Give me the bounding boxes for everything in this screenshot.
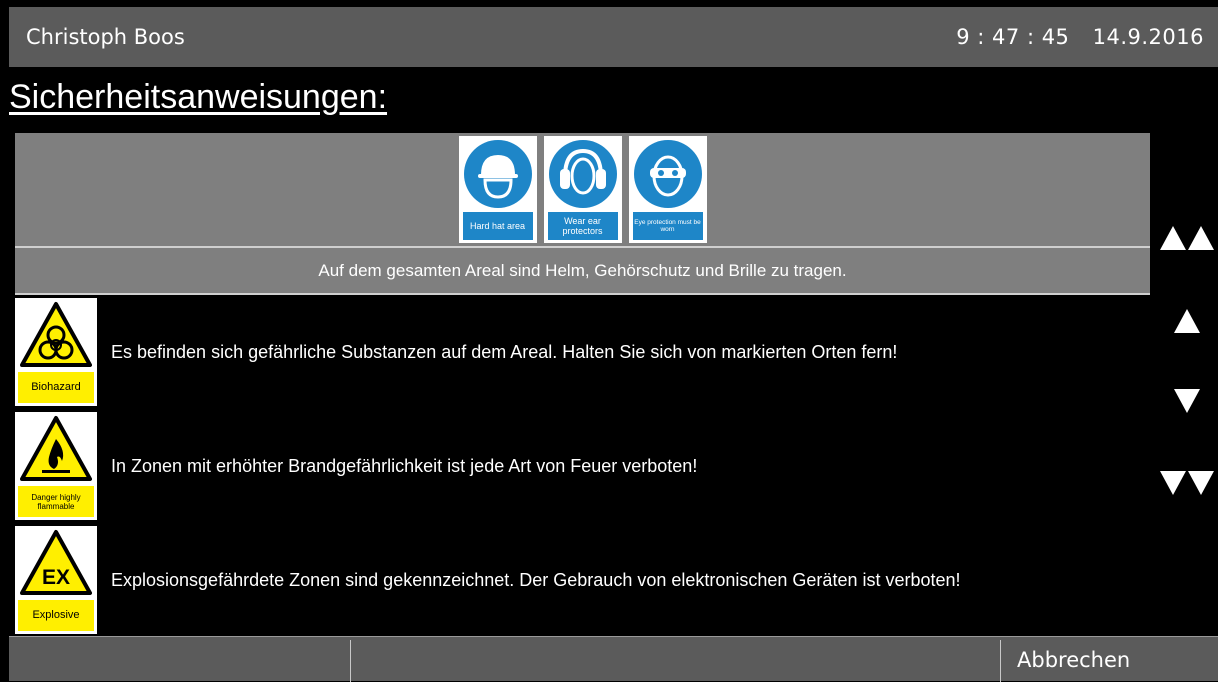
hard-hat-icon: [463, 140, 532, 208]
page-up-icon: [1160, 226, 1214, 250]
list-item[interactable]: EX Explosive Explosionsgefährdete Zonen …: [15, 523, 1150, 634]
instruction-list[interactable]: Hard hat area Wear ear protectors Eye pr…: [15, 133, 1150, 634]
footer-bar: Abbrechen: [9, 636, 1218, 682]
page-down-icon: [1160, 471, 1214, 495]
ppe-sign-row: Hard hat area Wear ear protectors Eye pr…: [15, 133, 1150, 248]
line-down-button[interactable]: [1158, 381, 1216, 421]
clock-date: 14.9.2016: [1092, 25, 1204, 49]
clock-time: 9 : 47 : 45: [956, 25, 1070, 49]
explosive-icon: EX: [20, 530, 92, 595]
header-bar: Christoph Boos 9 : 47 : 45 14.9.2016: [9, 7, 1218, 67]
hazard-sign: Biohazard: [15, 298, 97, 406]
instruction-text: In Zonen mit erhöhter Brandgefährlichkei…: [111, 455, 698, 476]
flammable-icon: [20, 416, 92, 481]
explosive-symbol: EX: [42, 566, 70, 589]
instruction-text: Es befinden sich gefährliche Substanzen …: [111, 341, 898, 362]
sign-label: Danger highly flammable: [18, 486, 94, 517]
ppe-note: Auf dem gesamten Areal sind Helm, Gehörs…: [15, 248, 1150, 295]
ppe-sign: Hard hat area: [458, 136, 537, 243]
eye-protection-icon: [633, 140, 702, 208]
ppe-caption: Hard hat area: [462, 212, 533, 240]
line-down-icon: [1174, 389, 1200, 413]
ppe-sign: Eye protection must be worn: [628, 136, 707, 243]
footer-slot-2[interactable]: [351, 637, 1001, 682]
biohazard-icon: [20, 302, 92, 367]
page-title: Sicherheitsanweisungen:: [9, 78, 388, 116]
ppe-caption: Wear ear protectors: [547, 212, 618, 240]
sign-label: Explosive: [18, 600, 94, 631]
user-name: Christoph Boos: [26, 25, 185, 49]
page-up-button[interactable]: [1158, 218, 1216, 258]
hazard-sign: EX Explosive: [15, 526, 97, 634]
line-up-button[interactable]: [1158, 301, 1216, 341]
list-item[interactable]: Danger highly flammable In Zonen mit erh…: [15, 409, 1150, 523]
line-up-icon: [1174, 309, 1200, 333]
hazard-sign: Danger highly flammable: [15, 412, 97, 520]
ppe-caption: Eye protection must be worn: [632, 212, 703, 240]
ppe-sign: Wear ear protectors: [543, 136, 622, 243]
footer-slot-1[interactable]: [9, 637, 350, 682]
cancel-button[interactable]: Abbrechen: [1001, 637, 1218, 682]
clock: 9 : 47 : 45 14.9.2016: [956, 25, 1204, 49]
page-down-button[interactable]: [1158, 463, 1216, 503]
list-item[interactable]: Biohazard Es befinden sich gefährliche S…: [15, 295, 1150, 409]
instruction-text: Explosionsgefährdete Zonen sind gekennze…: [111, 569, 961, 590]
sign-label: Biohazard: [18, 372, 94, 403]
ear-protector-icon: [548, 140, 617, 208]
